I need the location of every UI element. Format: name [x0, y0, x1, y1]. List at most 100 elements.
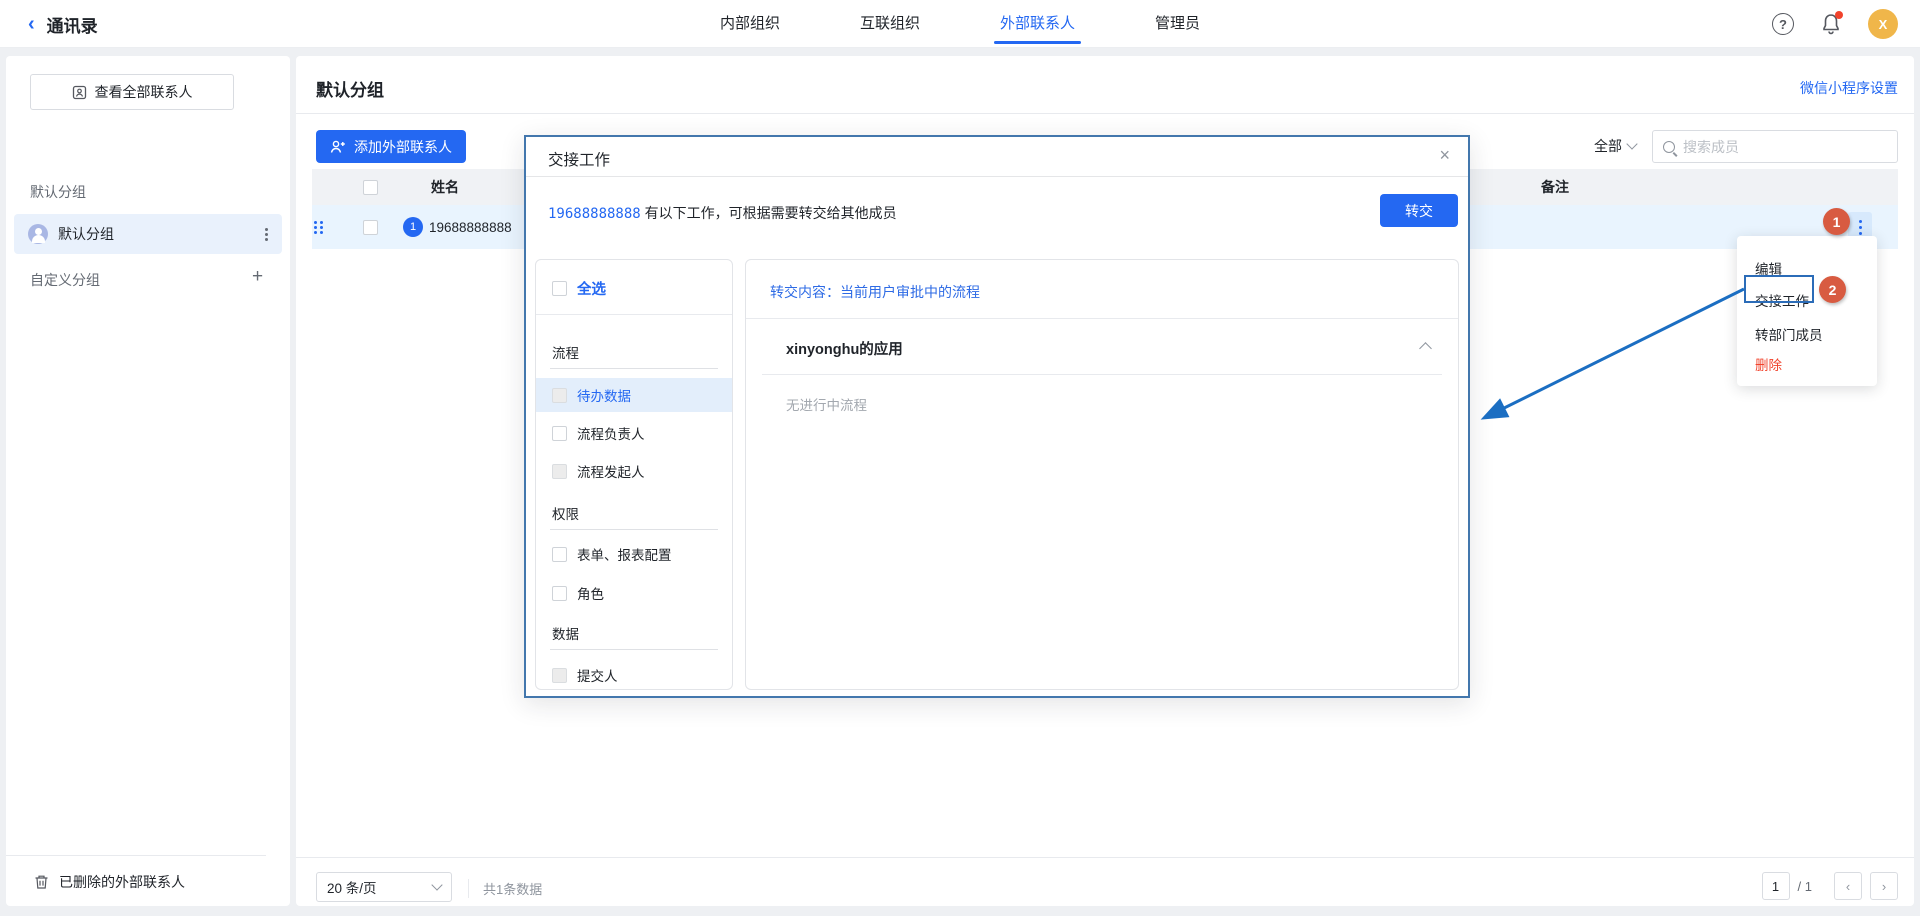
item-checkbox[interactable]	[552, 426, 567, 441]
row-checkbox[interactable]	[363, 220, 378, 235]
row-context-menu: 编辑 交接工作 转部门成员 删除	[1737, 236, 1877, 386]
select-all-checkbox[interactable]	[363, 180, 378, 195]
close-icon[interactable]: ×	[1439, 146, 1450, 164]
search-icon	[1663, 141, 1675, 153]
section-permission: 权限	[552, 503, 579, 523]
section-underline	[550, 649, 718, 650]
page: ‹ 通讯录 内部组织 互联组织 外部联系人 管理员 ? X 查看全部联系人 默认…	[0, 0, 1920, 916]
modal-header: 交接工作 ×	[526, 137, 1468, 177]
deleted-contacts-link[interactable]: 已删除的外部联系人	[34, 872, 185, 892]
notification-dot	[1835, 11, 1843, 19]
trash-icon	[34, 874, 49, 890]
item-checkbox	[552, 464, 567, 479]
item-label: 提交人	[577, 665, 618, 685]
add-external-contact-label: 添加外部联系人	[354, 137, 452, 157]
empty-state-text: 无进行中流程	[786, 394, 867, 414]
menu-item-delete[interactable]: 删除	[1755, 354, 1782, 374]
deleted-contacts-label: 已删除的外部联系人	[59, 872, 185, 892]
section-underline	[550, 529, 718, 530]
search-input[interactable]	[1683, 139, 1887, 155]
chevron-down-icon	[431, 879, 442, 890]
item-checkbox[interactable]	[552, 547, 567, 562]
total-count-label: 共1条数据	[468, 879, 542, 898]
drag-handle-icon[interactable]	[314, 221, 324, 234]
item-checkbox	[552, 388, 567, 403]
item-submitter[interactable]: 提交人	[536, 658, 732, 692]
add-group-icon[interactable]: +	[252, 270, 268, 286]
footer-divider	[296, 857, 1914, 858]
item-process-owner[interactable]: 流程负责人	[536, 416, 732, 450]
modal-title: 交接工作	[548, 148, 610, 170]
add-external-contact-button[interactable]: 添加外部联系人	[316, 130, 466, 163]
handover-modal: 交接工作 × 19688888888 有以下工作，可根据需要转交给其他成员 转交…	[524, 135, 1470, 698]
transfer-button[interactable]: 转交	[1380, 194, 1458, 227]
column-remark: 备注	[1541, 177, 1569, 197]
select-all-checkbox[interactable]	[552, 281, 567, 296]
item-role[interactable]: 角色	[536, 576, 732, 610]
select-all-label[interactable]: 全选	[577, 278, 606, 299]
work-items-panel: 全选 流程 待办数据 流程负责人 流程发起人 权限 表单、报表配置	[535, 259, 733, 690]
row-name: 19688888888	[429, 220, 512, 235]
group-section-label: 默认分组	[30, 182, 86, 202]
next-page-button[interactable]: ›	[1870, 872, 1898, 900]
nav-tabs: 内部组织 互联组织 外部联系人 管理员	[0, 0, 1920, 48]
panel-divider	[536, 314, 732, 315]
topbar-right: ? X	[1772, 0, 1898, 48]
bell-icon[interactable]	[1820, 13, 1842, 35]
view-all-contacts-button[interactable]: 查看全部联系人	[30, 74, 234, 110]
phone-number: 19688888888	[548, 206, 641, 222]
filter-value: 全部	[1594, 136, 1622, 156]
chevron-down-icon	[1626, 138, 1637, 149]
tab-external-contacts[interactable]: 外部联系人	[1000, 0, 1075, 48]
contacts-icon	[72, 85, 87, 100]
section-process: 流程	[552, 342, 579, 362]
tab-admin[interactable]: 管理员	[1155, 0, 1200, 48]
item-checkbox	[552, 668, 567, 683]
item-label: 流程发起人	[577, 461, 645, 481]
transfer-content-panel: 转交内容：当前用户审批中的流程 xinyonghu的应用 无进行中流程	[745, 259, 1459, 690]
sidebar-divider	[6, 855, 266, 856]
collapse-icon[interactable]	[1419, 342, 1432, 355]
page-total-label: / 1	[1798, 879, 1812, 894]
annotation-highlight-box	[1744, 275, 1814, 303]
group-title: 默认分组	[316, 76, 384, 101]
tab-internal-org[interactable]: 内部组织	[720, 0, 780, 48]
item-label: 表单、报表配置	[577, 544, 672, 564]
annotation-step-1: 1	[1823, 208, 1850, 235]
section-underline	[550, 368, 718, 369]
section-data: 数据	[552, 623, 579, 643]
column-name: 姓名	[431, 177, 459, 197]
sidebar-item-default-group[interactable]: 默认分组	[14, 214, 282, 254]
filter-dropdown[interactable]: 全部	[1594, 136, 1636, 156]
item-pending-data[interactable]: 待办数据	[536, 378, 732, 412]
page-size-select[interactable]: 20 条/页	[316, 872, 452, 902]
page-number-input[interactable]: 1	[1762, 872, 1790, 900]
pagination: 1 / 1 ‹ ›	[1762, 872, 1898, 900]
row-avatar: 1	[403, 217, 423, 237]
custom-group-section-label: 自定义分组	[30, 270, 100, 290]
item-process-initiator[interactable]: 流程发起人	[536, 454, 732, 488]
modal-message: 19688888888 有以下工作，可根据需要转交给其他成员	[548, 203, 897, 223]
tab-connected-org[interactable]: 互联组织	[860, 0, 920, 48]
message-text: 有以下工作，可根据需要转交给其他成员	[645, 205, 897, 221]
annotation-step-2: 2	[1819, 276, 1846, 303]
prev-page-button[interactable]: ‹	[1834, 872, 1862, 900]
page-size-value: 20 条/页	[327, 877, 377, 897]
select-all-row: 全选	[552, 278, 606, 299]
group-avatar-icon	[28, 224, 48, 244]
mini-program-settings-link[interactable]: 微信小程序设置	[1800, 78, 1898, 98]
item-form-report-config[interactable]: 表单、报表配置	[536, 537, 732, 571]
user-avatar[interactable]: X	[1868, 9, 1898, 39]
title-divider	[296, 113, 1914, 114]
item-label: 待办数据	[577, 385, 631, 405]
topbar: ‹ 通讯录 内部组织 互联组织 外部联系人 管理员 ? X	[0, 0, 1920, 48]
search-box	[1652, 130, 1898, 163]
help-icon[interactable]: ?	[1772, 13, 1794, 35]
menu-item-transfer-department[interactable]: 转部门成员	[1755, 324, 1823, 344]
item-checkbox[interactable]	[552, 586, 567, 601]
person-add-icon	[330, 140, 346, 154]
group-more-icon[interactable]	[265, 228, 268, 241]
sidebar: 查看全部联系人 默认分组 默认分组 自定义分组 + 已删除的外部联系人	[6, 56, 290, 906]
item-label: 角色	[577, 583, 604, 603]
panel-divider	[746, 318, 1458, 319]
